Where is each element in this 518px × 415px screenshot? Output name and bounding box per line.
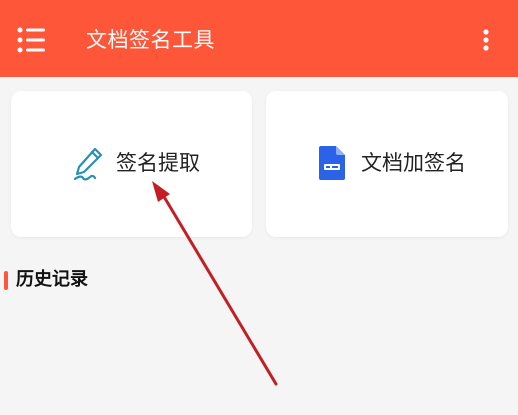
app-bar: 文档签名工具 [0,0,518,77]
signature-extract-label: 签名提取 [116,151,200,175]
app-title: 文档签名工具 [86,28,215,52]
section-accent-bar [4,271,8,290]
history-title: 历史记录 [16,269,88,290]
vertical-dots-icon [483,29,489,51]
signature-extract-card[interactable]: 签名提取 [11,91,252,237]
pen-signature-icon [73,147,103,181]
menu-button[interactable] [16,27,46,53]
more-options-button[interactable] [474,26,498,54]
document-file-icon [319,146,345,180]
document-sign-card[interactable]: 文档加签名 [266,91,508,237]
list-menu-icon [17,27,45,53]
document-sign-label: 文档加签名 [361,151,466,175]
